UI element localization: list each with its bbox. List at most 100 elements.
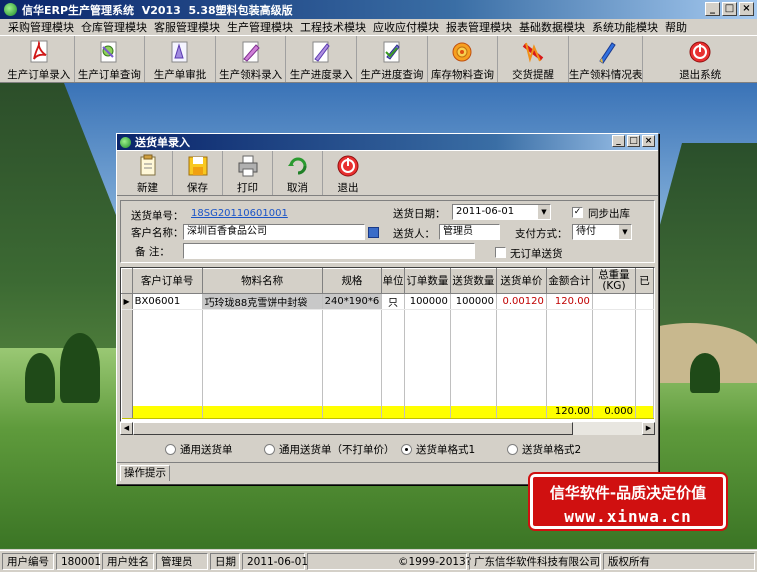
unit-price-cell[interactable]: 0.00120 [496,293,547,310]
payment-select[interactable]: 待付 ▼ [572,224,632,240]
close-button[interactable]: × [739,2,754,16]
weight-cell[interactable] [592,293,636,310]
app-title-bar: 信华ERP生产管理系统 V2013 5.38塑料包装高级版 _ □ × [0,0,757,19]
exit-icon [337,155,359,177]
operation-tips-tab[interactable]: 操作提示 [120,465,170,481]
column-header[interactable]: 金额合计 [545,268,593,294]
menu-customer-service[interactable]: 客服管理模块 [152,19,225,35]
remark-field[interactable] [183,243,475,259]
report-pen-icon [598,42,616,64]
empty-row [121,321,654,334]
material-cell[interactable]: 巧玲珑88克雪饼中封袋 [202,293,323,310]
amount-cell[interactable]: 120.00 [546,293,593,310]
radio-label: 通用送货单 [180,444,233,456]
customer-name-field[interactable]: 深圳百香食品公司 [183,224,365,240]
status-company: 广东信华软件科技有限公司 [469,553,601,570]
menu-production[interactable]: 生产管理模块 [225,19,298,35]
menu-basic-data[interactable]: 基础数据模块 [517,19,590,35]
promo-website: www.xinwa.cn [564,507,692,526]
dialog-minimize-button[interactable]: _ [612,135,625,147]
cancel-label: 取消 [287,182,308,194]
toolbar-label: 生产单审批 [153,69,207,81]
menu-engineering[interactable]: 工程技术模块 [298,19,371,35]
save-button[interactable]: 保存 [173,151,223,195]
toolbar-material-entry-button[interactable]: 生产领料录入 [216,36,287,82]
menu-purchase[interactable]: 采购管理模块 [6,19,79,35]
scrollbar-track[interactable] [573,422,642,435]
maximize-button[interactable]: □ [722,2,737,16]
empty-row [121,393,654,406]
toolbar-delivery-reminder-button[interactable]: 交货提醒 [498,36,569,82]
no-order-checkbox[interactable] [495,247,506,258]
delivery-qty-cell[interactable]: 100000 [450,293,497,310]
extra-cell[interactable] [635,293,654,310]
format-1-radio[interactable]: 送货单格式1 [401,442,475,457]
radio-icon [264,444,275,455]
column-header[interactable]: 送货单价 [495,268,547,294]
toolbar-label: 生产领料情况表 [568,69,643,81]
order-no-cell[interactable]: BX06001 [132,293,203,310]
menu-reports[interactable]: 报表管理模块 [444,19,517,35]
column-header[interactable]: 总重量(KG) [591,268,636,294]
toolbar-progress-entry-button[interactable]: 生产进度录入 [286,36,358,82]
table-row[interactable]: ▶ BX06001 巧玲珑88克雪饼中封袋 240*190*6 只 100000… [121,293,654,310]
toolbar-label: 生产订单查询 [77,69,141,81]
payment-value: 待付 [576,226,596,237]
approval-icon [171,41,188,63]
toolbar-order-query-button[interactable]: 生产订单查询 [75,36,146,82]
scrollbar-thumb[interactable] [133,422,573,435]
new-label: 新建 [137,182,158,194]
toolbar-progress-query-button[interactable]: 生产进度查询 [357,36,428,82]
menu-receivables[interactable]: 应收应付模块 [371,19,444,35]
dropdown-arrow-icon[interactable]: ▼ [618,225,631,239]
deliverer-field[interactable]: 管理员 [439,224,500,240]
column-header[interactable]: 物料名称 [201,268,323,294]
column-header[interactable]: 客户订单号 [131,268,203,294]
delivery-no-link[interactable]: 18SG20110601001 [191,208,288,219]
exit-button[interactable]: 退出 [323,151,373,195]
format-general-radio[interactable]: 通用送货单 [165,442,233,457]
dialog-title-bar[interactable]: 送货单录入 _ □ × [117,134,658,150]
order-qty-cell[interactable]: 100000 [404,293,451,310]
menu-system[interactable]: 系统功能模块 [590,19,663,35]
column-header[interactable]: 订单数量 [403,268,451,294]
toolbar-label: 退出系统 [679,69,722,81]
dropdown-arrow-icon[interactable]: ▼ [537,205,550,219]
sync-out-checkbox[interactable]: ✓ [572,207,583,218]
column-header[interactable]: 单位 [381,268,405,294]
cancel-icon [287,157,306,175]
dialog-maximize-button[interactable]: □ [627,135,640,147]
cancel-button[interactable]: 取消 [273,151,323,195]
print-button[interactable]: 打印 [223,151,273,195]
window-icon [120,136,131,148]
column-header[interactable]: 已 [634,268,654,294]
format-2-radio[interactable]: 送货单格式2 [507,442,581,457]
promo-banner: 信华软件-品质决定价值 www.xinwa.cn [530,474,726,529]
toolbar-approval-button[interactable]: 生产单审批 [145,36,216,82]
horizontal-scrollbar[interactable]: ◀ ▶ [120,422,655,435]
delivery-date-picker[interactable]: 2011-06-01 ▼ [452,204,551,220]
spec-cell[interactable]: 240*190*6 [322,293,383,310]
scroll-left-icon[interactable]: ◀ [120,422,133,435]
new-button[interactable]: 新建 [123,151,173,195]
minimize-button[interactable]: _ [705,2,720,16]
menu-warehouse[interactable]: 仓库管理模块 [79,19,152,35]
toolbar-order-entry-button[interactable]: 生产订单录入 [4,36,75,82]
format-no-price-radio[interactable]: 通用送货单（不打单价） [264,442,395,457]
unit-cell[interactable]: 只 [381,293,405,310]
toolbar-exit-button[interactable]: 退出系统 [643,36,757,82]
column-header[interactable]: 送货数量 [449,268,497,294]
deliverer-value: 管理员 [443,226,473,237]
menu-help[interactable]: 帮助 [663,19,692,35]
dialog-close-button[interactable]: × [642,135,655,147]
new-icon [140,154,155,176]
dialog-toolbar: 新建 保存 打印 取消 退出 [117,150,658,196]
inventory-icon [452,42,472,62]
scroll-right-icon[interactable]: ▶ [642,422,655,435]
toolbar-material-report-button[interactable]: 生产领料情况表 [569,36,644,82]
main-toolbar: 生产订单录入 生产订单查询 生产单审批 生产领料录入 生产进度录入 生产进度查询… [0,36,757,83]
customer-picker-icon[interactable] [368,227,379,238]
column-header[interactable]: 规格 [321,268,383,294]
toolbar-inventory-button[interactable]: 库存物料查询 [428,36,499,82]
background-tree [60,333,100,403]
